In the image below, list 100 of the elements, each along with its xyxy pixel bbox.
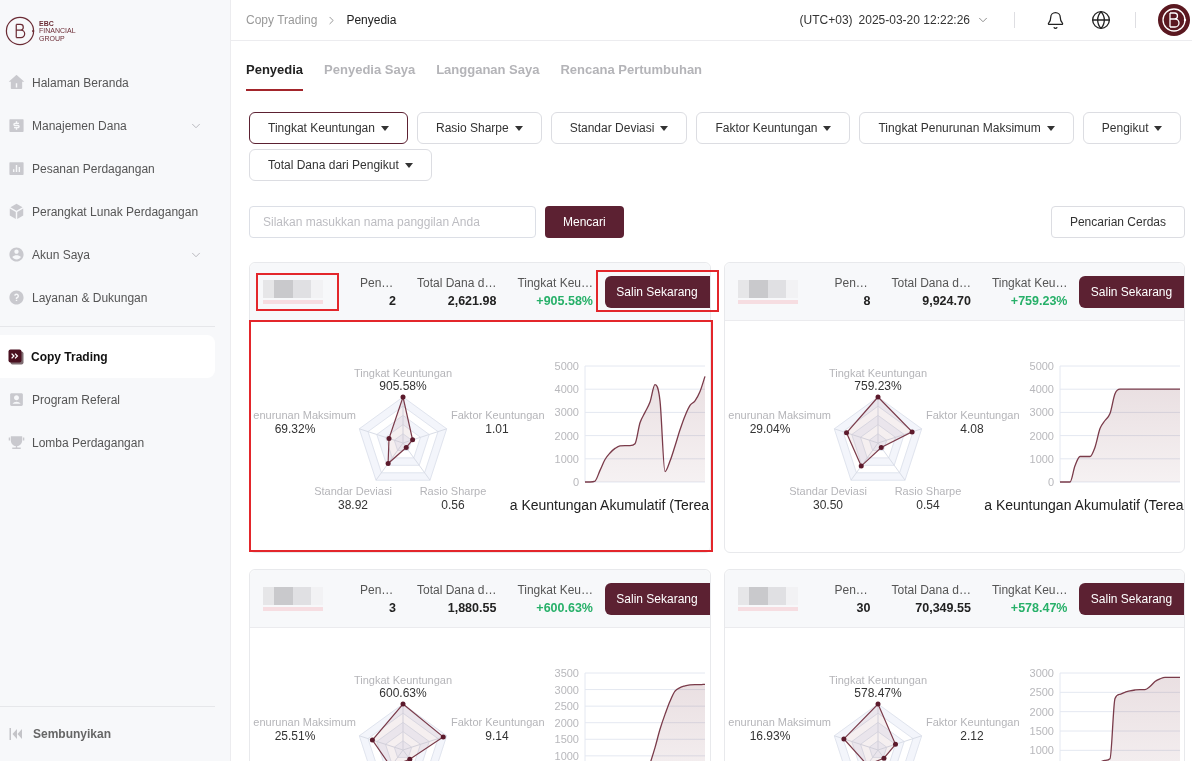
axis-tick-label: 5000 (1029, 360, 1054, 372)
radar-value: 0.54 (915, 498, 940, 512)
radar-axis-label: Faktor Keuntungan (451, 716, 545, 728)
stat-value: 2 (388, 293, 396, 308)
radar-axis-label: Rasio Sharpe (894, 485, 961, 497)
stat-value: 3 (388, 600, 396, 615)
stat-label: Tingkat Keu… (991, 582, 1068, 597)
sidebar-item[interactable]: Perangkat Lunak Perdagangan (0, 190, 215, 233)
radar-point (909, 429, 915, 435)
id-badge-icon (8, 391, 25, 408)
radar-value: 0.56 (441, 498, 465, 512)
search-button[interactable]: Mencari (545, 206, 624, 238)
chart-title: a Keuntungan Akumulatif (Terea (509, 497, 709, 513)
radar-axis-label: Tingkat Keuntungan (353, 674, 453, 686)
radar-point (407, 756, 413, 761)
sidebar-item[interactable]: Manajemen Dana (0, 104, 215, 147)
search-field[interactable]: Silakan masukkan nama panggilan Anda (249, 206, 536, 238)
stat-label: Pen… (834, 275, 869, 290)
smart-search-button[interactable]: Pencarian Cerdas (1050, 206, 1185, 238)
collapse-icon (9, 727, 23, 741)
stat-value: 9,924.70 (921, 293, 971, 308)
stat-value: 30 (855, 600, 871, 615)
bar-chart-icon (8, 160, 25, 177)
stat-label: Total Dana d… (891, 582, 971, 597)
axis-tick-label: 1000 (1029, 452, 1054, 465)
radar-point (875, 701, 880, 707)
filter-button[interactable]: Tingkat Penurunan Maksimum (859, 112, 1074, 144)
sidebar-item[interactable]: Layanan & Dukungan (0, 276, 215, 319)
stat-value: +759.23% (1009, 293, 1068, 308)
radar-axis-label: Faktor Keuntungan (451, 409, 545, 421)
sidebar-item[interactable]: Halaman Beranda (0, 61, 215, 104)
radar-value: 30.50 (812, 498, 843, 512)
radar-value: 759.23% (853, 379, 902, 393)
copy-button[interactable]: Salin Sekarang (1079, 582, 1184, 615)
radar-point (400, 394, 406, 400)
sidebar-item[interactable]: Copy Trading (0, 335, 215, 378)
globe-icon[interactable] (1091, 10, 1111, 30)
axis-tick-label: 4000 (554, 383, 579, 396)
filter-button[interactable]: Standar Deviasi (550, 112, 688, 144)
sidebar-item[interactable]: Lomba Perdagangan (0, 421, 215, 464)
filter-button[interactable]: Pengikut (1082, 112, 1182, 144)
stat-label: Tingkat Keu… (517, 582, 593, 597)
sidebar-item[interactable]: Akun Saya (0, 233, 215, 276)
double-chevron-icon (8, 348, 24, 365)
cube-icon (8, 203, 25, 220)
caret-icon (823, 125, 832, 131)
sidebar-item[interactable]: Program Referal (0, 378, 215, 421)
radar-value: 600.63% (379, 686, 427, 700)
axis-tick-label: 2000 (554, 716, 579, 729)
stat-label: Pen… (360, 582, 395, 597)
stat-value: +905.58% (535, 293, 593, 308)
radar-point (875, 394, 880, 400)
stat-label: Pen… (360, 275, 395, 290)
axis-tick-label: 2000 (1029, 705, 1054, 718)
caret-icon (1154, 125, 1163, 131)
caret-icon (380, 125, 389, 131)
caret-icon (404, 162, 413, 168)
avatar-icon[interactable] (1158, 4, 1190, 36)
breadcrumb-current: Penyedia (346, 13, 397, 27)
home-icon (8, 74, 25, 91)
sidebar-item[interactable]: Pesanan Perdagangan (0, 147, 215, 190)
radar-axis-label: enurunan Maksimum (727, 409, 831, 421)
copy-button[interactable]: Salin Sekarang (604, 275, 710, 308)
radar-axis-label: Tingkat Keuntungan (828, 674, 927, 686)
tab[interactable]: Penyedia (246, 62, 304, 91)
stat-label: Total Dana d… (417, 582, 497, 597)
notification-bell-icon[interactable] (1046, 10, 1065, 30)
axis-tick-label: 3000 (1029, 667, 1054, 679)
timezone-selector[interactable]: (UTC+03) 2025-03-20 12:22:26 (799, 13, 990, 27)
radar-axis-label: Faktor Keuntungan (925, 409, 1020, 421)
copy-button[interactable]: Salin Sekarang (604, 582, 710, 615)
copy-button[interactable]: Salin Sekarang (1079, 275, 1184, 308)
axis-tick-label: 4000 (1029, 383, 1054, 396)
filter-button[interactable]: Rasio Sharpe (416, 112, 542, 144)
stat-label: Tingkat Keu… (517, 275, 593, 290)
filter-button[interactable]: Tingkat Keuntungan (249, 112, 408, 144)
radar-point (880, 755, 886, 761)
filter-button[interactable]: Total Dana dari Pengikut (249, 149, 432, 181)
radar-value: 2.12 (959, 729, 984, 743)
radar-value: 38.92 (338, 498, 368, 512)
collapse-button[interactable]: Sembunyikan (9, 727, 112, 741)
axis-tick-label: 1000 (554, 749, 579, 761)
stat-value: 70,349.55 (914, 600, 971, 615)
radar-value: 29.04% (749, 422, 790, 436)
radar-axis-label: Rasio Sharpe (419, 485, 487, 497)
caret-icon (1046, 125, 1055, 131)
axis-tick-label: 3000 (554, 406, 579, 419)
radar-point (369, 737, 375, 743)
stat-label: Total Dana d… (417, 275, 497, 290)
radar-point (385, 460, 391, 466)
stat-value: 2,621.98 (446, 293, 497, 308)
axis-tick-label: 3000 (554, 683, 579, 696)
radar-value: 1.01 (485, 422, 509, 436)
radar-area (845, 396, 913, 468)
filter-button[interactable]: Faktor Keuntungan (696, 112, 851, 144)
radar-axis-label: Faktor Keuntungan (925, 716, 1020, 728)
radar-value: 578.47% (853, 686, 902, 700)
radar-axis-label: Standar Deviasi (788, 485, 867, 497)
radar-value: 4.08 (959, 422, 984, 436)
stat-label: Tingkat Keu… (991, 275, 1068, 290)
